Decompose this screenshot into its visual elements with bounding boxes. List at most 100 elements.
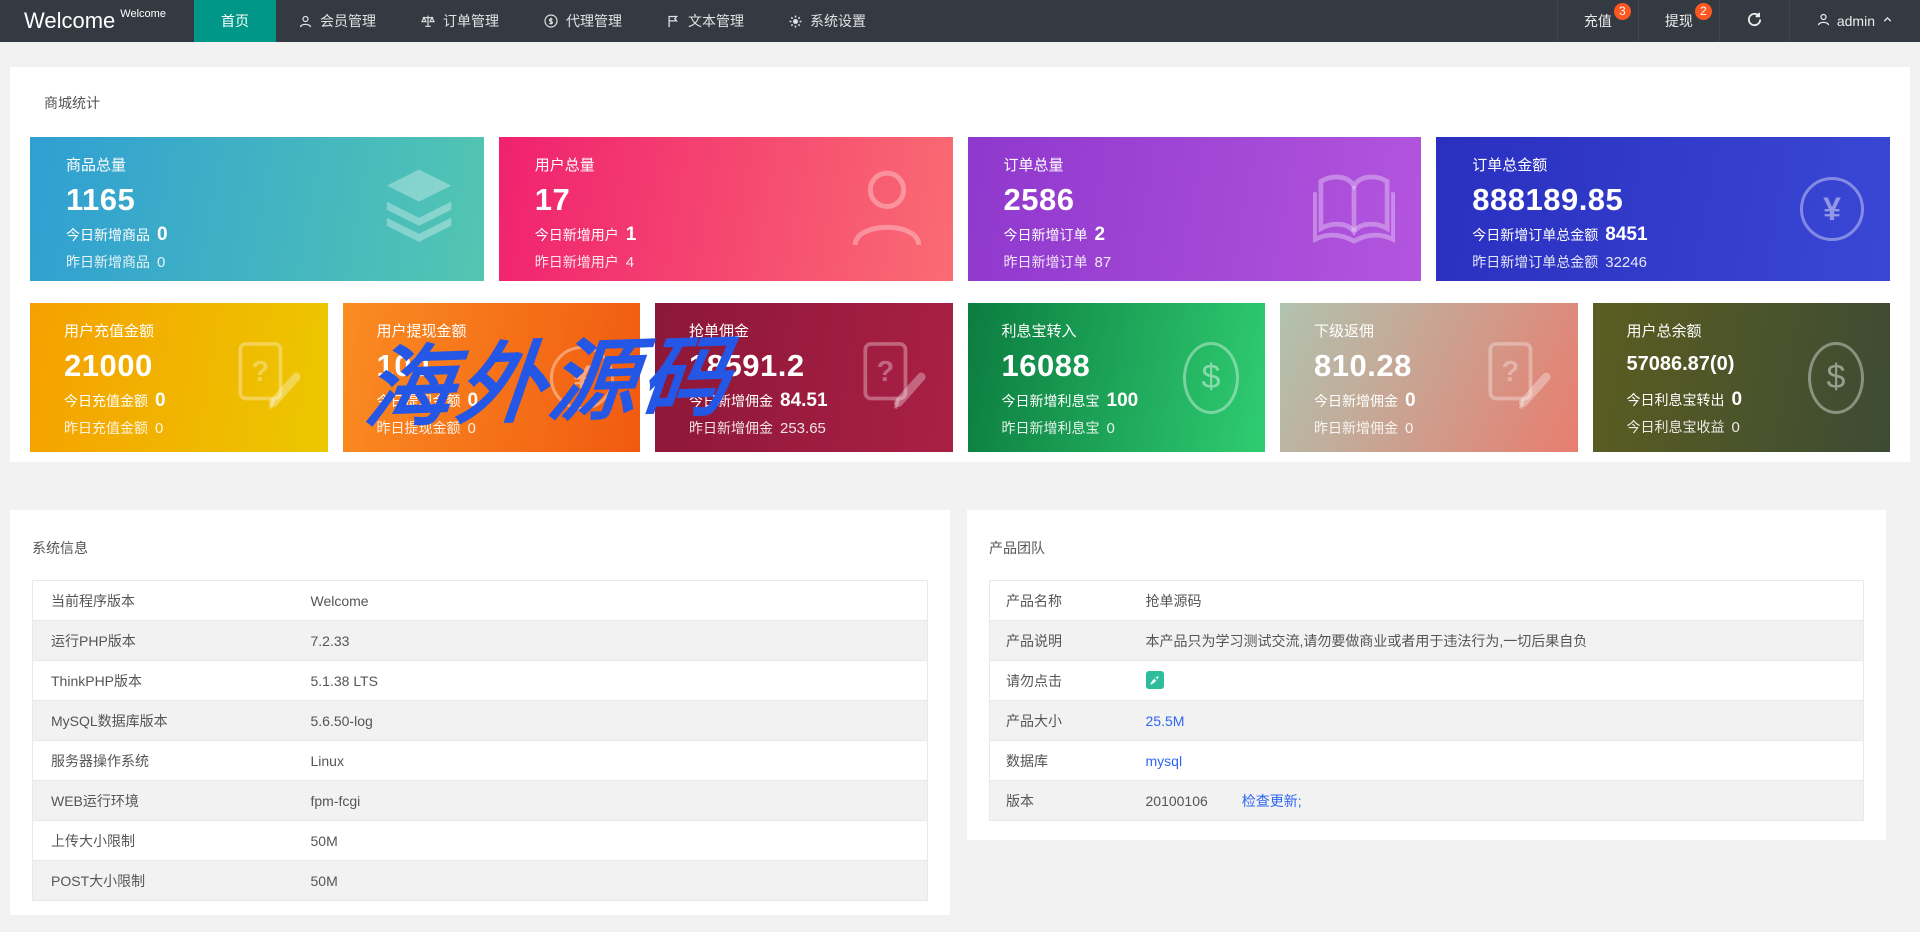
stats-row-1: 商品总量 1165 今日新增商品 0 昨日新增商品 0 用户总量 17 今日新增用户… — [30, 137, 1890, 281]
stat-card-interest-in: 利息宝转入 16088 今日新增利息宝 100 昨日新增利息宝 0 $ — [967, 303, 1265, 452]
row-value: 抢单源码 — [1145, 580, 1864, 621]
stat-line2-value: 0 — [157, 223, 168, 245]
row-value — [1145, 660, 1864, 701]
row-value: fpm-fcgi — [310, 780, 928, 821]
app-logo: Welcome Welcome — [0, 0, 194, 42]
table-row: WEB运行环境 fpm-fcgi — [32, 780, 928, 821]
row-value: 25.5M — [1145, 700, 1864, 741]
row-label: POST大小限制 — [32, 860, 311, 901]
row-value: Linux — [310, 740, 928, 781]
row-value: 7.2.33 — [310, 620, 928, 661]
nav-item-settings[interactable]: 系统设置 — [766, 0, 888, 42]
stat-title: 订单总金额 — [1472, 157, 1548, 174]
yen-circle-icon: ¥ — [550, 345, 614, 410]
stat-line2-label: 今日新增商品 — [66, 226, 150, 243]
product-team-panel: 产品团队 产品名称 抢单源码 产品说明 本产品只为学习测试交流,请勿要做商业或者… — [967, 510, 1886, 840]
table-row: 服务器操作系统 Linux — [32, 740, 928, 781]
stat-line3-value: 253.65 — [780, 419, 826, 437]
person-icon — [847, 165, 927, 254]
withdraw-badge: 2 — [1694, 3, 1712, 20]
withdraw-label: 提现 — [1664, 13, 1693, 29]
row-label: 请勿点击 — [989, 660, 1146, 701]
row-label: MySQL数据库版本 — [32, 700, 311, 741]
nav-item-members[interactable]: 会员管理 — [276, 0, 398, 42]
stat-line3-label: 昨日新增订单 — [1003, 253, 1088, 270]
nav-label: 系统设置 — [809, 13, 866, 29]
row-label: 产品说明 — [989, 620, 1146, 661]
nav-item-agents[interactable]: 代理管理 — [521, 0, 644, 42]
gear-icon — [788, 14, 803, 29]
withdraw-button[interactable]: 提现 2 — [1637, 0, 1719, 42]
stat-title: 下级返佣 — [1314, 323, 1375, 340]
refresh-button[interactable] — [1718, 0, 1789, 42]
rocket-icon[interactable] — [1145, 671, 1164, 690]
row-label: 产品名称 — [989, 580, 1146, 621]
stat-line2-label: 今日提现金额 — [376, 392, 461, 409]
stat-line2-label: 今日新增订单总金额 — [1472, 226, 1599, 243]
table-row: POST大小限制 50M — [32, 860, 928, 901]
nav-item-home[interactable]: 首页 — [193, 0, 276, 42]
dollar-circle-icon — [543, 13, 559, 29]
recharge-button[interactable]: 充值 3 — [1556, 0, 1638, 42]
stat-card-user-total: 用户总量 17 今日新增用户 1 昨日新增用户 4 — [498, 137, 953, 281]
layers-icon — [380, 169, 458, 249]
stat-line2-value: 100 — [1106, 389, 1139, 411]
stat-line3-value: 0 — [467, 419, 476, 437]
database-link[interactable]: mysql — [1146, 753, 1183, 769]
row-value: 50M — [310, 860, 928, 901]
stat-card-order-total: 订单总量 2586 今日新增订单 2 昨日新增订单 87 — [967, 137, 1422, 281]
check-update-link[interactable]: 检查更新; — [1242, 793, 1302, 809]
row-value: 50M — [310, 820, 928, 861]
stat-title: 用户提现金额 — [376, 323, 467, 340]
table-row: 当前程序版本 Welcome — [32, 580, 928, 621]
chevron-up-icon — [1881, 13, 1894, 29]
stat-title: 用户充值金额 — [64, 323, 155, 340]
stat-line3-value: 0 — [155, 419, 164, 437]
svg-text:?: ? — [251, 356, 269, 388]
user-name: admin — [1836, 13, 1875, 29]
row-value: mysql — [1145, 740, 1864, 781]
row-value: 本产品只为学习测试交流,请勿要做商业或者用于违法行为,一切后果自负 — [1145, 620, 1864, 661]
stat-line2-value: 2 — [1094, 223, 1106, 245]
stat-line2-label: 今日充值金额 — [64, 392, 148, 409]
stat-title: 用户总余额 — [1626, 323, 1702, 340]
table-row: 运行PHP版本 7.2.33 — [32, 620, 928, 661]
doc-question-pencil-icon: ? — [236, 339, 302, 416]
nav-item-texts[interactable]: 文本管理 — [644, 0, 766, 42]
product-team-table: 产品名称 抢单源码 产品说明 本产品只为学习测试交流,请勿要做商业或者用于违法行… — [989, 580, 1864, 821]
row-value: Welcome — [310, 580, 928, 621]
stat-card-recharge-amount: 用户充值金额 21000 今日充值金额 0 昨日充值金额 0 ? — [30, 303, 328, 452]
stat-line3-label: 昨日新增用户 — [534, 253, 619, 270]
logo-sup-text: Welcome — [120, 8, 166, 20]
flag-icon — [666, 14, 681, 29]
navbar-right: 充值 3 提现 2 admin — [1556, 0, 1920, 42]
nav-item-orders[interactable]: 订单管理 — [398, 0, 521, 42]
stat-line3-label: 今日利息宝收益 — [1626, 419, 1725, 435]
dollar-ellipse-icon: $ — [1183, 341, 1239, 414]
table-row: 产品大小 25.5M — [989, 700, 1864, 741]
row-label: 服务器操作系统 — [32, 740, 311, 781]
stat-line3-label: 昨日新增利息宝 — [1001, 419, 1100, 436]
main-nav: 首页 会员管理 订单管理 代理管理 文本管理 系统设置 — [193, 0, 888, 42]
user-menu[interactable]: admin — [1788, 0, 1920, 42]
stat-line3-value: 87 — [1094, 253, 1112, 271]
row-value: 5.1.38 LTS — [310, 660, 928, 701]
stat-line2-label: 今日新增佣金 — [1314, 392, 1398, 409]
scales-icon — [420, 13, 436, 29]
stat-line3-value: 0 — [1405, 419, 1414, 437]
nav-label: 首页 — [220, 13, 249, 29]
stat-line2-label: 今日新增佣金 — [689, 392, 773, 409]
product-size-link[interactable]: 25.5M — [1146, 713, 1185, 729]
stat-line3-value: 32246 — [1605, 253, 1647, 271]
stat-line3-label: 昨日新增订单总金额 — [1472, 253, 1599, 270]
recharge-label: 充值 — [1583, 13, 1612, 29]
stat-card-user-balance: 用户总余额 57086.87(0) 今日利息宝转出 0 今日利息宝收益 0 $ — [1592, 303, 1890, 452]
top-navbar: Welcome Welcome 首页 会员管理 订单管理 代理管理 文本管理 系… — [0, 0, 1920, 42]
recharge-badge: 3 — [1613, 3, 1631, 20]
stat-line2-value: 0 — [467, 389, 479, 411]
stat-card-sub-rebate: 下级返佣 810.28 今日新增佣金 0 昨日新增佣金 0 ? — [1280, 303, 1578, 452]
table-row: MySQL数据库版本 5.6.50-log — [32, 700, 928, 741]
nav-label: 会员管理 — [319, 13, 376, 29]
stat-line2-label: 今日新增利息宝 — [1001, 392, 1100, 409]
stat-line2-label: 今日新增订单 — [1003, 226, 1088, 243]
